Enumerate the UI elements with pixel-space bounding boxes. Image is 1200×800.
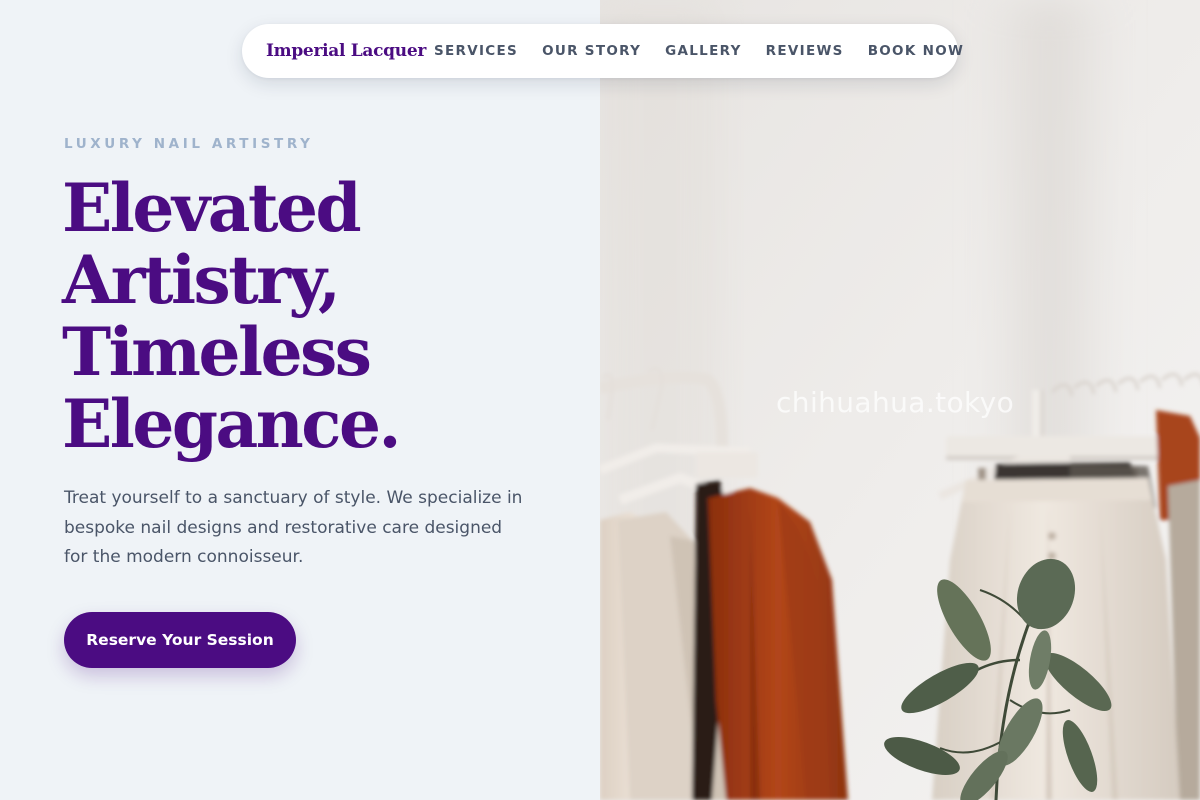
hero-headline: Elevated Artistry, Timeless Elegance. [62, 172, 582, 460]
nav-link-gallery[interactable]: GALLERY [665, 43, 742, 59]
main-navigation: Imperial Lacquer SERVICES OUR STORY GALL… [242, 24, 963, 78]
headline-line: Elevated [62, 169, 362, 247]
headline-line: Timeless [62, 313, 372, 391]
headline-line: Artistry, [62, 241, 341, 319]
nav-link-reviews[interactable]: REVIEWS [766, 43, 844, 59]
brand-logo[interactable]: Imperial Lacquer [266, 41, 426, 61]
image-watermark: chihuahua.tokyo [776, 386, 1015, 419]
hero-description: Treat yourself to a sanctuary of style. … [64, 488, 523, 567]
nav-links: SERVICES OUR STORY GALLERY REVIEWS BOOK … [434, 43, 964, 59]
headline-line: Elegance. [62, 385, 401, 463]
nav-link-services[interactable]: SERVICES [434, 43, 518, 59]
nav-link-our-story[interactable]: OUR STORY [542, 43, 641, 59]
nav-link-book-now[interactable]: BOOK NOW [868, 43, 964, 59]
hero-eyebrow: LUXURY NAIL ARTISTRY [64, 136, 314, 152]
reserve-session-button[interactable]: Reserve Your Session [64, 612, 296, 668]
